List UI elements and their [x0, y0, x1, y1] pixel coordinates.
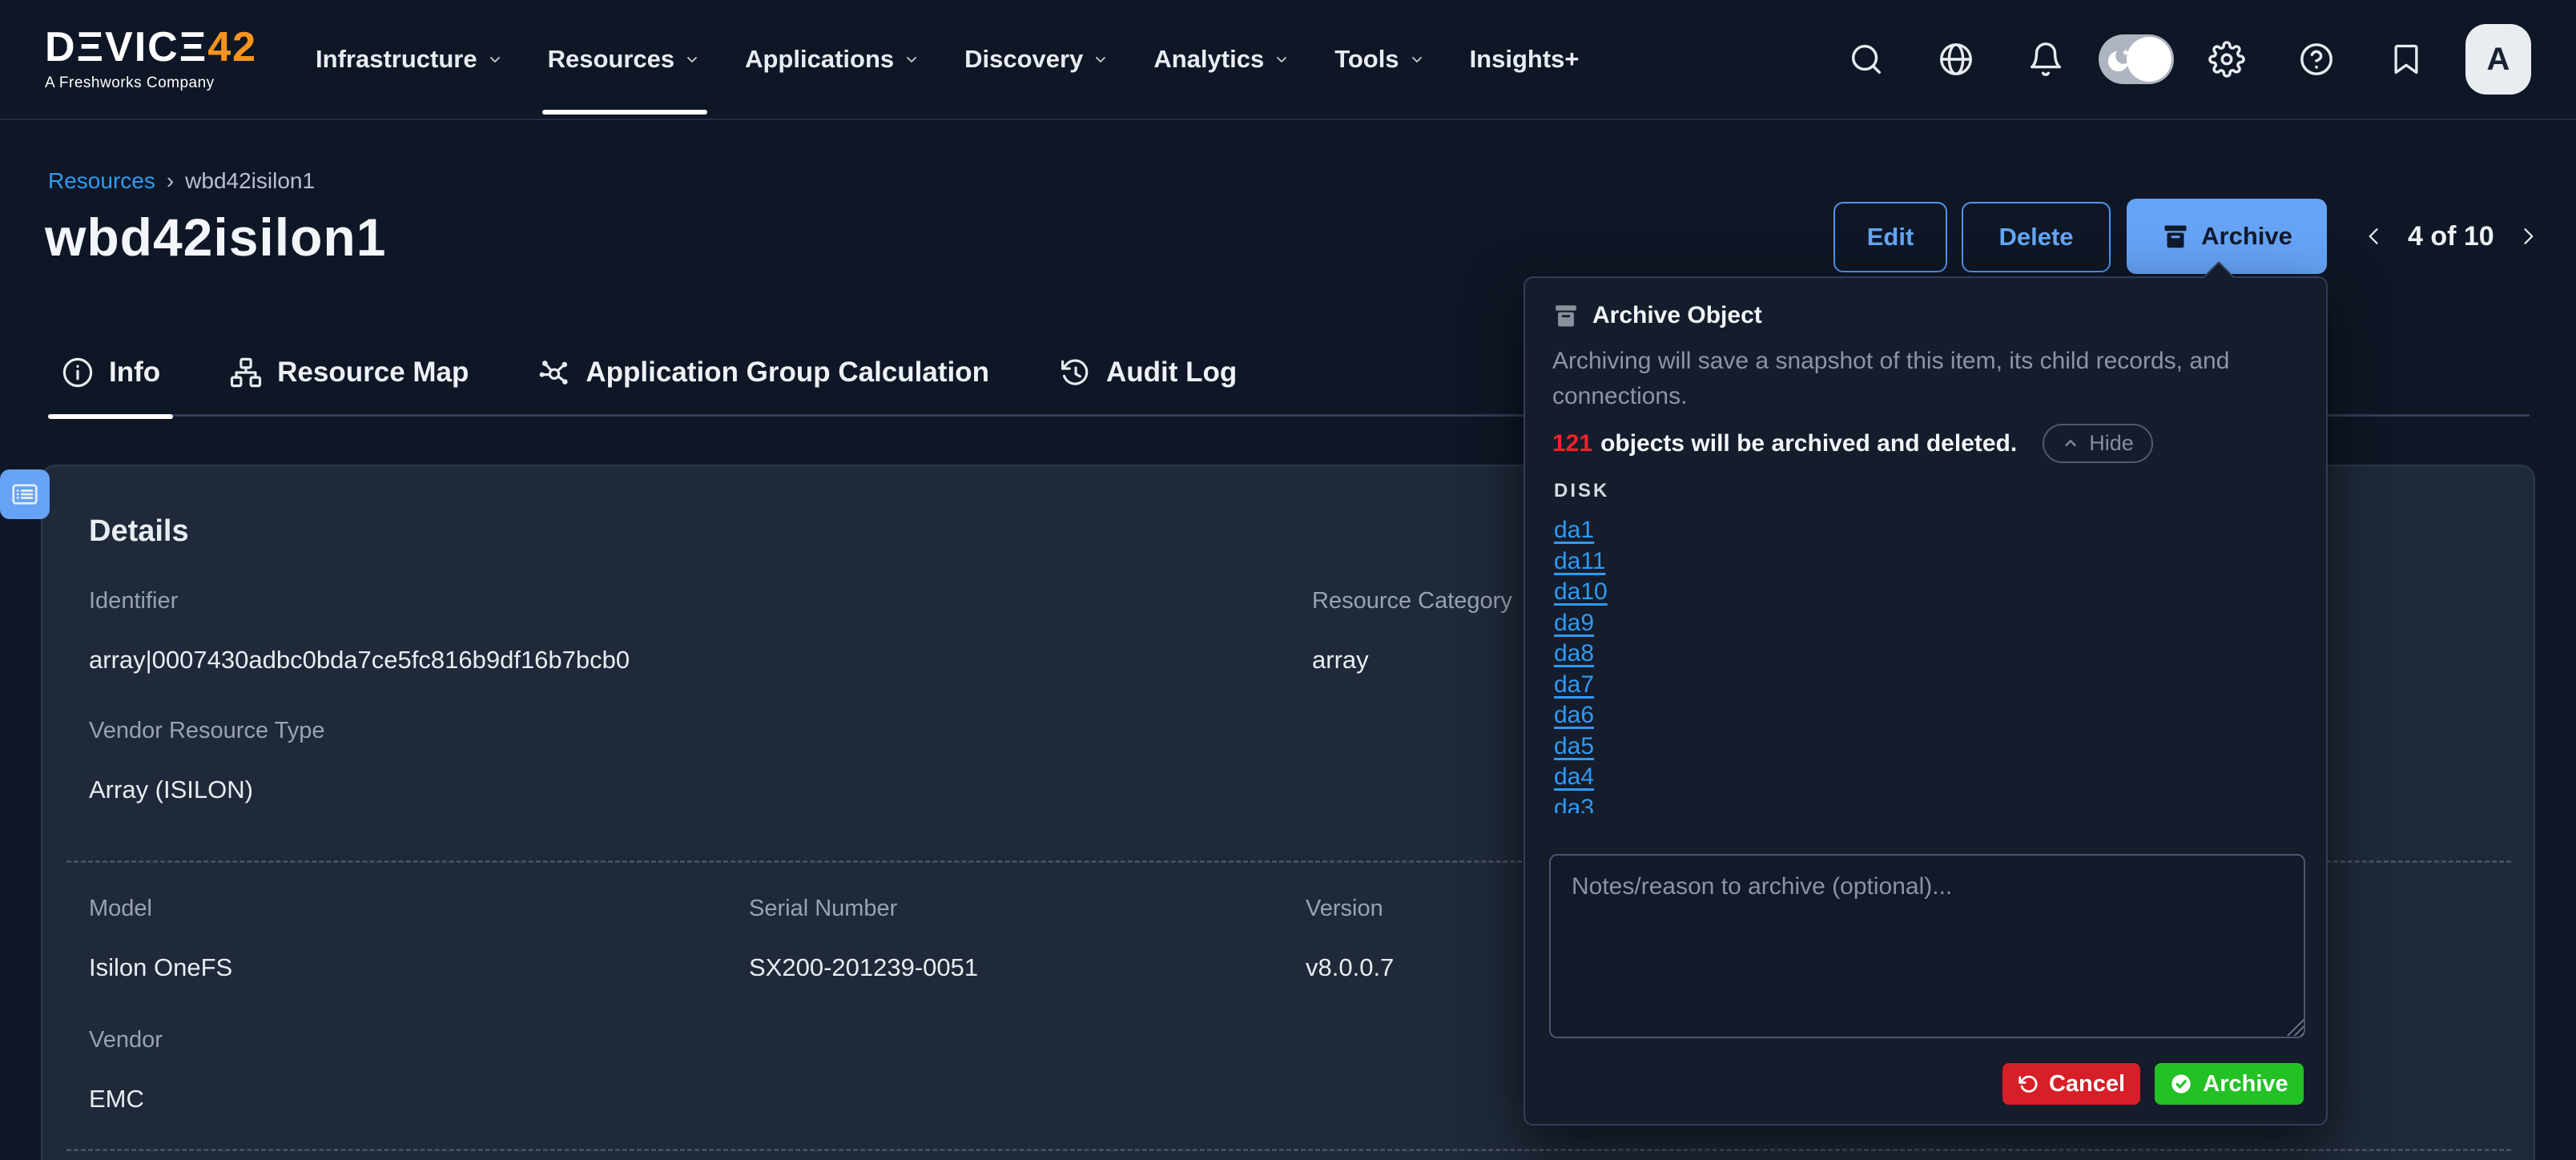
help-button[interactable] [2272, 0, 2361, 119]
identifier-value: array|0007430adbc0bda7ce5fc816b9df16b7bc… [89, 646, 630, 675]
chevron-up-icon [2062, 435, 2079, 453]
chevron-right-icon[interactable] [2515, 224, 2539, 248]
model-value: Isilon OneFS [89, 953, 232, 982]
notifications-button[interactable] [2001, 0, 2091, 119]
logo-tagline: A Freshworks Company [45, 75, 257, 92]
list-icon [10, 480, 39, 509]
toggle-knob [2127, 37, 2171, 82]
record-pager: 4 of 10 [2363, 210, 2539, 263]
search-button[interactable] [1821, 0, 1911, 119]
breadcrumb-current: wbd42isilon1 [185, 168, 315, 194]
gear-icon [2208, 41, 2245, 78]
chevron-down-icon [682, 50, 702, 69]
archive-popover: Archive Object Archiving will save a sna… [1523, 276, 2328, 1126]
nav-item-discovery[interactable]: Discovery [943, 0, 1132, 119]
theme-toggle[interactable] [2099, 34, 2174, 84]
chevron-down-icon [1272, 50, 1291, 69]
settings-button[interactable] [2182, 0, 2272, 119]
nav-item-resources[interactable]: Resources [526, 0, 724, 119]
nav-item-insights[interactable]: Insights+ [1448, 0, 1601, 119]
hide-button[interactable]: Hide [2043, 424, 2153, 463]
device42-logo[interactable]: DΞVICΞ42 A Freshworks Company [45, 26, 257, 92]
info-icon [61, 356, 95, 389]
model-label: Model [89, 896, 152, 922]
bookmark-icon [2389, 42, 2424, 77]
disk-link[interactable]: da6 [1554, 700, 1594, 731]
disk-link[interactable]: da7 [1554, 670, 1594, 701]
check-circle-icon [2170, 1073, 2192, 1095]
sitemap-icon [229, 356, 263, 389]
resource-category-label: Resource Category [1312, 588, 1512, 614]
confirm-archive-button[interactable]: Archive [2155, 1063, 2304, 1105]
serial-number-label: Serial Number [749, 896, 897, 922]
pager-text: 4 of 10 [2408, 221, 2494, 252]
question-icon [2298, 41, 2335, 78]
archive-count-message: objects will be archived and deleted. [1600, 430, 2017, 457]
resource-category-value: array [1312, 646, 1369, 675]
vendor-label: Vendor [89, 1027, 163, 1053]
chevron-down-icon [485, 50, 505, 69]
search-icon [1848, 41, 1885, 78]
disk-link[interactable]: da11 [1554, 546, 1606, 578]
top-navbar: DΞVICΞ42 A Freshworks Company Infrastruc… [0, 0, 2576, 120]
version-label: Version [1306, 896, 1383, 922]
archive-count: 121 [1552, 430, 1592, 457]
archive-box-icon [1552, 302, 1580, 329]
popover-description: Archiving will save a snapshot of this i… [1552, 344, 2297, 413]
breadcrumb-resources-link[interactable]: Resources [48, 168, 155, 194]
version-value: v8.0.0.7 [1306, 953, 1394, 982]
navbar-actions: A [1821, 0, 2531, 119]
language-button[interactable] [1911, 0, 2001, 119]
bookmark-button[interactable] [2361, 0, 2451, 119]
popover-title: Archive Object [1592, 302, 1762, 329]
vendor-resource-type-value: Array (ISILON) [89, 775, 253, 804]
undo-icon [2018, 1073, 2039, 1094]
tab-application-group-calculation[interactable]: Application Group Calculation [537, 329, 989, 416]
edit-button[interactable]: Edit [1833, 202, 1947, 272]
disk-link[interactable]: da10 [1554, 577, 1608, 608]
molecule-icon [537, 356, 571, 389]
tab-resource-map[interactable]: Resource Map [229, 329, 469, 416]
disk-link[interactable]: da4 [1554, 762, 1594, 793]
globe-icon [1938, 41, 1974, 78]
cancel-button[interactable]: Cancel [2002, 1063, 2140, 1105]
chevron-down-icon [902, 50, 921, 69]
chevron-down-icon [1091, 50, 1110, 69]
disk-link[interactable]: da3 [1554, 793, 1594, 814]
disk-link[interactable]: da1 [1554, 515, 1594, 546]
disk-link[interactable]: da9 [1554, 608, 1594, 639]
disk-link-list: da1 da11 da10 da9 da8 da7 da6 da5 da4 da… [1554, 515, 1874, 813]
archive-notes-input[interactable] [1549, 854, 2305, 1038]
user-avatar[interactable]: A [2465, 24, 2531, 95]
breadcrumb-separator: › [167, 168, 174, 194]
vendor-value: EMC [89, 1085, 144, 1114]
nav-item-applications[interactable]: Applications [723, 0, 943, 119]
archive-button[interactable]: Archive [2127, 199, 2327, 274]
tab-info[interactable]: Info [61, 329, 160, 416]
vendor-resource-type-label: Vendor Resource Type [89, 718, 325, 744]
chevron-left-icon[interactable] [2363, 224, 2387, 248]
identifier-label: Identifier [89, 588, 178, 614]
divider [66, 1149, 2511, 1151]
nav-item-tools[interactable]: Tools [1313, 0, 1447, 119]
disk-link[interactable]: da8 [1554, 638, 1594, 670]
side-panel-toggle[interactable] [0, 469, 50, 519]
logo-wordmark: DΞVICΞ42 [45, 26, 257, 68]
nav-item-infrastructure[interactable]: Infrastructure [294, 0, 526, 119]
logo-42: 42 [207, 24, 257, 70]
disk-section-label: DISK [1554, 480, 1609, 502]
chevron-down-icon [1407, 50, 1427, 69]
bell-icon [2027, 41, 2064, 78]
nav-item-analytics[interactable]: Analytics [1132, 0, 1313, 119]
serial-number-value: SX200-201239-0051 [749, 953, 978, 982]
history-icon [1058, 356, 1092, 389]
disk-link[interactable]: da5 [1554, 731, 1594, 763]
tab-audit-log[interactable]: Audit Log [1058, 329, 1237, 416]
archive-box-icon [2161, 222, 2190, 251]
page-title: wbd42isilon1 [45, 207, 386, 268]
details-heading: Details [89, 514, 189, 549]
breadcrumb: Resources › wbd42isilon1 [48, 168, 315, 194]
delete-button[interactable]: Delete [1962, 202, 2111, 272]
main-menu: Infrastructure Resources Applications Di… [294, 0, 1600, 119]
